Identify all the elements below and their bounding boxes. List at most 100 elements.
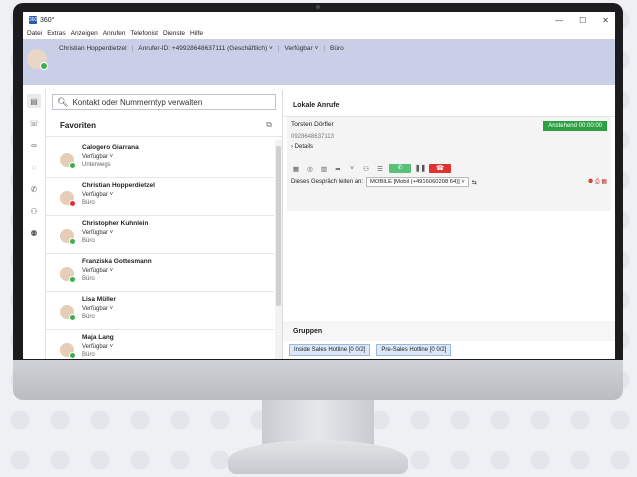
favorites-header: Favoriten ⧉	[46, 114, 282, 137]
list-item[interactable]: Maja Lang Verfügbar ˅ Büro	[46, 330, 274, 359]
presence-dot	[69, 162, 76, 169]
app-window: 360 360° — ☐ ✕ Datei Extras Anzeigen Anr…	[23, 12, 615, 359]
contact-location: Büro	[82, 238, 95, 244]
menu-dienste[interactable]: Dienste	[163, 30, 185, 37]
search-placeholder: Kontakt oder Nummerntyp verwalten	[72, 97, 203, 107]
minimize-button[interactable]: —	[555, 16, 563, 25]
hold-icon[interactable]: ▥	[319, 165, 329, 173]
maximize-button[interactable]: ☐	[579, 16, 586, 25]
menu-anrufen[interactable]: Anrufen	[103, 30, 126, 37]
favorites-title: Favoriten	[60, 120, 97, 130]
phone-book-icon[interactable]: ▤	[27, 94, 41, 108]
app-icon: 360	[29, 16, 38, 24]
contact-name: Christopher Kuhnlein	[82, 220, 149, 227]
list-item[interactable]: Christopher Kuhnlein Verfügbar ˅ Büro	[46, 216, 274, 254]
add-contact-icon[interactable]: ⚇	[27, 204, 41, 218]
contact-status[interactable]: Verfügbar ˅	[82, 305, 116, 314]
local-calls-header: Lokale Anrufe	[283, 94, 615, 117]
conference-icon[interactable]: ⚇	[361, 165, 371, 173]
details-label: Details	[294, 144, 314, 150]
menu-anzeigen[interactable]: Anzeigen	[71, 30, 98, 37]
contact-status[interactable]: Verfügbar ˅	[82, 153, 139, 162]
favorites-scrollbar[interactable]	[275, 140, 282, 359]
answer-button[interactable]: ✆	[389, 164, 411, 173]
caller-id-dropdown[interactable]: Anrufer-ID: +49928648637111 (Geschäftlic…	[138, 45, 273, 52]
favorites-list: Calogero Giarrana Verfügbar ˅ Unterwegs …	[46, 140, 274, 359]
avatar	[60, 305, 76, 321]
dialpad-icon[interactable]: ▦	[291, 165, 301, 173]
close-button[interactable]: ✕	[602, 16, 609, 25]
contact-location: Büro	[82, 200, 95, 206]
contact-name: Franziska Gottesmann	[82, 258, 152, 265]
pause-button[interactable]: ❚❚	[415, 164, 426, 173]
call-history-icon[interactable]: ☏	[27, 116, 41, 130]
user-avatar[interactable]	[27, 49, 48, 70]
avatar	[60, 343, 76, 359]
menu-datei[interactable]: Datei	[27, 30, 42, 37]
presence-dot	[69, 238, 76, 245]
record-icon[interactable]: ⚉ ⎙ ▦	[588, 178, 607, 186]
presence-dot	[40, 62, 48, 70]
list-item[interactable]: Lisa Müller Verfügbar ˅ Büro	[46, 292, 274, 330]
group-pre-sales[interactable]: Pre-Sales Hotline [0 0/2]	[376, 344, 452, 356]
presence-dot	[69, 352, 76, 359]
queue-icon[interactable]: ☰	[375, 165, 385, 173]
active-call: Torsten Dörfler Anstehend 00:00:00 09286…	[287, 117, 611, 211]
caller-number: 0928648637113	[291, 134, 334, 140]
search-icon: 🔍︎	[57, 96, 69, 107]
monitor-chin	[13, 360, 623, 400]
details-toggle[interactable]: › Details	[291, 144, 607, 150]
monitor-stand-foot	[228, 440, 408, 474]
chat-icon[interactable]: ◌	[27, 160, 41, 174]
forward-icon[interactable]: ⇆	[472, 179, 477, 186]
contact-status[interactable]: Verfügbar ˅	[82, 229, 148, 238]
hangup-button[interactable]: ☎	[429, 164, 451, 173]
presence-dot	[69, 276, 76, 283]
list-item[interactable]: Christian Hopperdietzel Verfügbar ˅ Büro	[46, 178, 274, 216]
forward-row: Dieses Gespräch leiten an: MOBILE [Mobil…	[291, 177, 607, 187]
window-title: 360°	[40, 16, 55, 24]
list-item[interactable]: Franziska Gottesmann Verfügbar ˅ Büro	[46, 254, 274, 292]
voicemail-icon[interactable]: ∞	[27, 138, 41, 152]
presence-dot	[69, 314, 76, 321]
menu-extras[interactable]: Extras	[47, 30, 65, 37]
chevron-down-icon[interactable]: ˅	[347, 165, 357, 172]
contact-location: Büro	[82, 352, 95, 358]
window-controls: — ☐ ✕	[555, 16, 609, 25]
mute-icon[interactable]: ◎	[305, 165, 315, 173]
contact-location: Büro	[82, 276, 95, 282]
menu-telefonist[interactable]: Telefonist	[131, 30, 158, 37]
user-info-bar: Christian Hopperdietzel | Anrufer-ID: +4…	[23, 39, 615, 85]
calls-icon[interactable]: ✆	[27, 182, 41, 196]
scrollbar-thumb[interactable]	[276, 146, 281, 306]
user-name: Christian Hopperdietzel	[59, 45, 127, 52]
contact-status[interactable]: Verfügbar ˅	[82, 191, 155, 200]
groups-icon[interactable]: ⚉	[27, 226, 41, 240]
availability-dropdown[interactable]: Verfügbar ˅	[285, 45, 319, 52]
contacts-panel: 🔍︎ Kontakt oder Nummerntyp verwalten Fav…	[46, 90, 283, 359]
contact-status[interactable]: Verfügbar ˅	[82, 267, 152, 276]
title-bar: 360 360° — ☐ ✕	[23, 12, 615, 28]
menu-bar: Datei Extras Anzeigen Anrufen Telefonist…	[23, 28, 615, 39]
avatar	[60, 267, 76, 283]
contact-name: Christian Hopperdietzel	[82, 182, 155, 189]
favorites-settings-icon[interactable]: ⧉	[266, 120, 272, 130]
call-toolbar: ▦ ◎ ▥ ➦ ˅ ⚇ ☰ ✆ ❚❚ ☎	[291, 164, 607, 173]
camera-dot	[316, 5, 320, 9]
search-input[interactable]: 🔍︎ Kontakt oder Nummerntyp verwalten	[52, 94, 276, 110]
left-rail: ▤ ☏ ∞ ◌ ✆ ⚇ ⚉	[23, 90, 46, 359]
list-item[interactable]: Calogero Giarrana Verfügbar ˅ Unterwegs	[46, 140, 274, 178]
presence-dot	[69, 200, 76, 207]
forward-target-select[interactable]: MOBILE [Mobil (+4916060208 64)] ˅	[366, 177, 469, 187]
call-panel: Lokale Anrufe Torsten Dörfler Anstehend …	[283, 90, 615, 359]
contact-location: Büro	[82, 314, 95, 320]
location-label[interactable]: Büro	[330, 45, 344, 52]
avatar	[60, 153, 76, 169]
menu-hilfe[interactable]: Hilfe	[190, 30, 203, 37]
contact-location: Unterwegs	[82, 162, 111, 168]
transfer-icon[interactable]: ➦	[333, 165, 343, 173]
groups-header: Gruppen	[283, 321, 615, 341]
contact-name: Maja Lang	[82, 334, 114, 341]
group-inside-sales[interactable]: Inside Sales Hotline [0 0/2]	[289, 344, 371, 356]
contact-status[interactable]: Verfügbar ˅	[82, 343, 114, 352]
